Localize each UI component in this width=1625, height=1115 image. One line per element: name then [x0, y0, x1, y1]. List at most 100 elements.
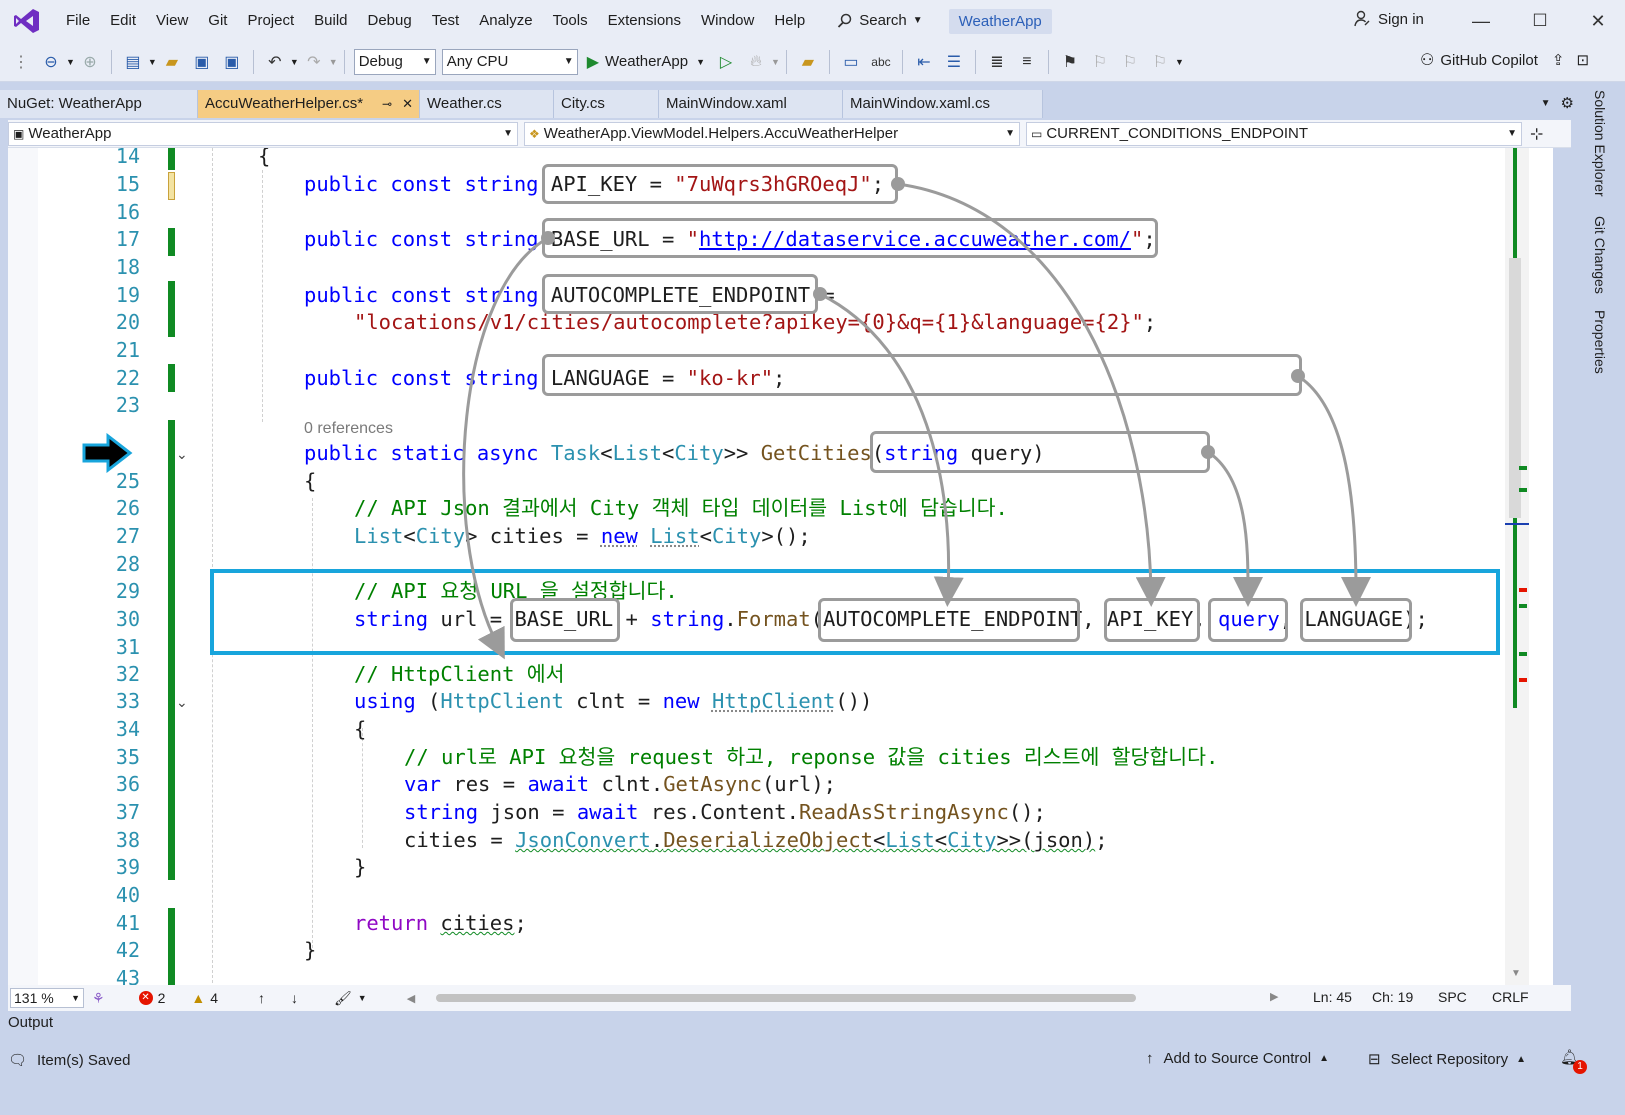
chevron-down-icon[interactable]: ▼: [329, 57, 338, 67]
start-without-debugging-icon[interactable]: ▷: [715, 51, 737, 73]
new-item-icon[interactable]: ▤: [122, 51, 144, 73]
split-editor-icon[interactable]: ⊹: [1530, 124, 1543, 144]
copilot-label: GitHub Copilot: [1440, 51, 1538, 69]
chevron-down-icon[interactable]: ▼: [290, 57, 299, 67]
save-icon[interactable]: ▣: [191, 51, 213, 73]
tab-mainwindow-xaml-cs[interactable]: MainWindow.xaml.cs: [843, 90, 1043, 118]
scroll-left-icon[interactable]: ◀: [407, 992, 415, 1005]
tab-weather[interactable]: Weather.cs: [420, 90, 554, 118]
collapse-chevron-icon[interactable]: ⌄: [176, 694, 188, 711]
next-bookmark-icon[interactable]: ⚐: [1119, 51, 1141, 73]
bookmark-icon[interactable]: ⚑: [1059, 51, 1081, 73]
scroll-down-icon[interactable]: ▼: [1511, 968, 1521, 979]
menu-git[interactable]: Git: [198, 0, 237, 42]
code-cleanup-icon[interactable]: 🖌︎: [334, 990, 352, 1007]
step-icon[interactable]: ⇤: [913, 51, 935, 73]
line-number: 21: [115, 338, 140, 362]
codelens-references[interactable]: 0 references: [304, 420, 393, 438]
errors-indicator[interactable]: ✕ 2: [138, 990, 165, 1006]
clear-bookmarks-icon[interactable]: ⚐: [1149, 51, 1171, 73]
settings-gear-icon[interactable]: ⚙: [1561, 90, 1574, 118]
menu-build[interactable]: Build: [304, 0, 357, 42]
type-dropdown[interactable]: ❖ WeatherApp.ViewModel.Helpers.AccuWeathe…: [524, 121, 1020, 146]
menu-analyze[interactable]: Analyze: [469, 0, 542, 42]
git-changes-tab[interactable]: Git Changes: [1592, 216, 1608, 294]
collapse-chevron-icon[interactable]: ⌄: [176, 446, 188, 463]
line-ending-indicator[interactable]: CRLF: [1492, 989, 1529, 1005]
member-dropdown[interactable]: ▭ CURRENT_CONDITIONS_ENDPOINT ▼: [1026, 121, 1522, 146]
scroll-right-icon[interactable]: ▶: [1270, 990, 1278, 1003]
navigate-back-icon[interactable]: ⊖: [40, 51, 62, 73]
output-panel-tab[interactable]: Output: [8, 1014, 53, 1031]
annotation-box-query-parameter: [870, 431, 1210, 473]
scrollbar-thumb[interactable]: [1509, 258, 1521, 518]
sign-in-button[interactable]: Sign in: [1352, 9, 1424, 29]
redo-icon[interactable]: ↷: [303, 51, 325, 73]
menu-window[interactable]: Window: [691, 0, 764, 42]
undo-icon[interactable]: ↶: [264, 51, 286, 73]
github-copilot-button[interactable]: ⚇ GitHub Copilot ⇪ ⊡: [1420, 50, 1589, 70]
add-to-source-control-button[interactable]: ↑ Add to Source Control ▲: [1146, 1050, 1329, 1067]
configuration-select[interactable]: Debug ▼: [353, 48, 436, 75]
sign-in-label: Sign in: [1378, 10, 1424, 28]
tab-nuget[interactable]: NuGet: WeatherApp: [0, 90, 198, 118]
next-issue-icon[interactable]: ↓: [291, 990, 298, 1006]
tab-accuweatherhelper[interactable]: AccuWeatherHelper.cs* ⊸ ✕: [198, 90, 420, 118]
search-box[interactable]: Search ▼: [829, 6, 930, 36]
platform-select[interactable]: Any CPU ▼: [441, 48, 578, 75]
line-indicator[interactable]: Ln: 45: [1313, 989, 1352, 1005]
select-repository-button[interactable]: ⊟ Select Repository ▲: [1368, 1050, 1526, 1069]
maximize-button[interactable]: ☐: [1525, 6, 1555, 36]
save-all-icon[interactable]: ▣: [221, 51, 243, 73]
pin-icon[interactable]: ⊸: [382, 97, 392, 111]
zoom-select[interactable]: 131 % ▼: [10, 988, 84, 1008]
horizontal-scrollbar-thumb[interactable]: [436, 994, 1136, 1002]
menu-tools[interactable]: Tools: [543, 0, 598, 42]
browse-icon[interactable]: ▰: [797, 51, 819, 73]
previous-bookmark-icon[interactable]: ⚐: [1089, 51, 1111, 73]
warnings-indicator[interactable]: ▲ 4: [191, 990, 218, 1006]
solution-explorer-tab[interactable]: Solution Explorer: [1592, 90, 1608, 197]
code-health-icon[interactable]: ⚘: [92, 990, 105, 1007]
chevron-down-icon[interactable]: ▼: [771, 57, 780, 67]
spell-check-icon[interactable]: abc: [870, 51, 892, 73]
open-folder-icon[interactable]: ▰: [161, 51, 183, 73]
chevron-down-icon[interactable]: ▼: [358, 993, 367, 1003]
menu-help[interactable]: Help: [764, 0, 815, 42]
whitespace-indicator[interactable]: SPC: [1438, 989, 1467, 1005]
menu-project[interactable]: Project: [237, 0, 304, 42]
navigate-forward-icon[interactable]: ⊕: [79, 51, 101, 73]
code-editor[interactable]: 14 15 16 17 18 19 20 21 22 23 25 26 27 28 29 30 31 32 33 34…: [8, 148, 1553, 1010]
hot-reload-icon[interactable]: 🔥︎: [745, 51, 767, 73]
uncomment-icon[interactable]: ≡: [1016, 51, 1038, 73]
chevron-down-icon[interactable]: ▼: [148, 57, 157, 67]
share-icon[interactable]: ⇪: [1552, 51, 1565, 69]
close-icon[interactable]: ✕: [402, 96, 413, 111]
project-dropdown[interactable]: ▣ WeatherApp ▼: [8, 121, 518, 146]
menu-test[interactable]: Test: [422, 0, 470, 42]
chevron-down-icon[interactable]: ▼: [1175, 57, 1184, 67]
layout-icon[interactable]: ▭: [840, 51, 862, 73]
minimize-button[interactable]: —: [1466, 6, 1496, 36]
menu-debug[interactable]: Debug: [358, 0, 422, 42]
properties-tab[interactable]: Properties: [1592, 310, 1608, 374]
indent-guide: [262, 170, 263, 422]
solution-name[interactable]: WeatherApp: [948, 8, 1052, 34]
tab-city[interactable]: City.cs: [554, 90, 659, 118]
menu-edit[interactable]: Edit: [100, 0, 146, 42]
list-icon[interactable]: ☰: [943, 51, 965, 73]
vertical-scrollbar[interactable]: ▼: [1505, 148, 1529, 988]
chevron-down-icon[interactable]: ▼: [66, 57, 75, 67]
feedback-icon[interactable]: ⊡: [1576, 51, 1589, 69]
previous-issue-icon[interactable]: ↑: [258, 990, 265, 1006]
menu-view[interactable]: View: [146, 0, 198, 42]
menu-extensions[interactable]: Extensions: [598, 0, 691, 42]
tab-mainwindow-xaml[interactable]: MainWindow.xaml: [659, 90, 843, 118]
comment-icon[interactable]: ≣: [986, 51, 1008, 73]
highlight-box-url-construction: [210, 569, 1500, 655]
column-indicator[interactable]: Ch: 19: [1372, 989, 1413, 1005]
tab-overflow-icon[interactable]: ▼: [1541, 90, 1551, 118]
close-window-button[interactable]: ✕: [1583, 6, 1613, 36]
start-debugging-button[interactable]: ▶ WeatherApp ▼: [587, 52, 705, 72]
menu-file[interactable]: File: [56, 0, 100, 42]
